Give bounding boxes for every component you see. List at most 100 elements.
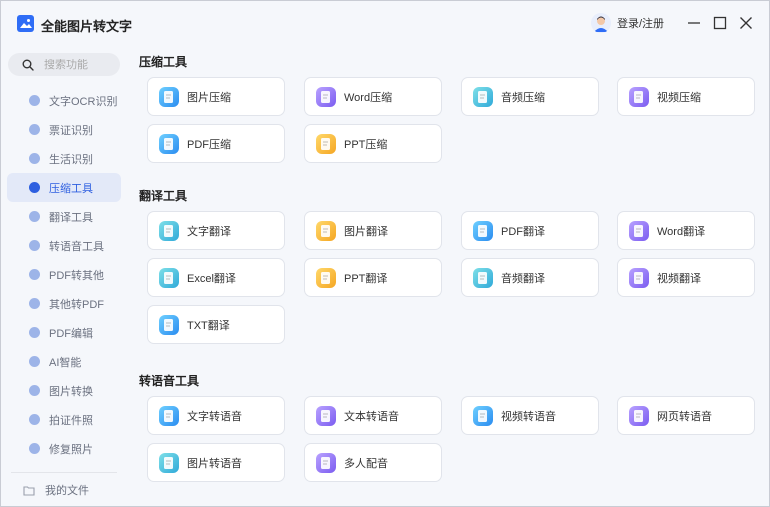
- tool-label: 视频压缩: [657, 91, 701, 104]
- search-box[interactable]: [8, 53, 120, 76]
- tool-icon: [629, 267, 649, 288]
- close-button[interactable]: [738, 15, 754, 31]
- compress-icon: [29, 182, 40, 193]
- sidebar-item-6[interactable]: 转语音工具: [7, 231, 121, 260]
- tool-label: 图片转语音: [187, 457, 242, 470]
- tool-label: PDF压缩: [187, 138, 231, 151]
- repair-icon: [29, 443, 40, 454]
- tool-icon: [473, 86, 493, 107]
- tool-card[interactable]: PDF压缩: [147, 124, 285, 163]
- tool-icon: [316, 267, 336, 288]
- sidebar-item-8[interactable]: 其他转PDF: [7, 289, 121, 318]
- section-title: 压缩工具: [139, 55, 188, 69]
- tool-card[interactable]: 视频转语音: [461, 396, 599, 435]
- tool-card[interactable]: 文字转语音: [147, 396, 285, 435]
- tool-label: 视频转语音: [501, 410, 556, 423]
- sidebar-item-2[interactable]: 票证识别: [7, 115, 121, 144]
- tool-card[interactable]: 多人配音: [304, 443, 442, 482]
- sidebar-item-label: 票证识别: [49, 124, 93, 137]
- tool-icon: [473, 220, 493, 241]
- sidebar-item-10[interactable]: AI智能: [7, 347, 121, 376]
- tool-card[interactable]: PPT压缩: [304, 124, 442, 163]
- tool-icon: [316, 86, 336, 107]
- sidebar-item-12[interactable]: 拍证件照: [7, 405, 121, 434]
- tool-label: 音频翻译: [501, 272, 545, 285]
- tool-label: 文本转语音: [344, 410, 399, 423]
- sidebar-nav: 文字OCR识别 票证识别生活识别压缩工具翻译工具转语音工具 PDF转其他其他转PDF…: [1, 86, 127, 463]
- tool-card[interactable]: Word压缩: [304, 77, 442, 116]
- login-button[interactable]: 登录/注册: [591, 13, 664, 33]
- sidebar-item-13[interactable]: 修复照片: [7, 434, 121, 463]
- tool-icon: [629, 220, 649, 241]
- sidebar-item-label: PDF编辑: [49, 327, 93, 340]
- sidebar-item-4[interactable]: 压缩工具: [7, 173, 121, 202]
- title-bar: 全能图片转文字 登录/注册: [1, 1, 769, 47]
- tool-icon: [159, 452, 179, 473]
- pdf-convert-icon: [29, 269, 40, 280]
- folder-icon: [23, 485, 35, 496]
- tool-label: PDF翻译: [501, 225, 545, 238]
- search-input[interactable]: [44, 58, 114, 71]
- tool-icon: [159, 86, 179, 107]
- tool-icon: [159, 267, 179, 288]
- pdf-edit-icon: [29, 327, 40, 338]
- tool-card[interactable]: 图片转语音: [147, 443, 285, 482]
- tool-label: 多人配音: [344, 457, 388, 470]
- tool-label: Excel翻译: [187, 272, 236, 285]
- tool-card[interactable]: 图片翻译: [304, 211, 442, 250]
- sidebar-item-7[interactable]: PDF转其他: [7, 260, 121, 289]
- translate-icon: [29, 211, 40, 222]
- tool-card[interactable]: 文本转语音: [304, 396, 442, 435]
- tool-icon: [159, 405, 179, 426]
- sidebar-item-11[interactable]: 图片转换: [7, 376, 121, 405]
- my-files-button[interactable]: 我的文件: [7, 479, 121, 501]
- tool-icon: [629, 86, 649, 107]
- main-content: 压缩工具图片压缩 Word压缩 音频压缩 视频压缩 PDF压缩 PPT压缩翻译工具文字翻译…: [127, 47, 769, 506]
- section-title: 翻译工具: [139, 189, 188, 203]
- app-logo-icon: [17, 15, 34, 32]
- my-files-label: 我的文件: [45, 485, 89, 497]
- tool-card[interactable]: 图片压缩: [147, 77, 285, 116]
- minimize-button[interactable]: [686, 15, 702, 31]
- tool-label: Word压缩: [344, 91, 393, 104]
- tool-card[interactable]: PPT翻译: [304, 258, 442, 297]
- tool-card[interactable]: 音频翻译: [461, 258, 599, 297]
- tool-icon: [473, 267, 493, 288]
- tool-card[interactable]: PDF翻译: [461, 211, 599, 250]
- tool-card[interactable]: 文字翻译: [147, 211, 285, 250]
- tool-label: Word翻译: [657, 225, 706, 238]
- tool-card[interactable]: 音频压缩: [461, 77, 599, 116]
- tool-icon: [473, 405, 493, 426]
- sidebar-item-9[interactable]: PDF编辑: [7, 318, 121, 347]
- tool-card[interactable]: 视频压缩: [617, 77, 755, 116]
- tool-card[interactable]: Word翻译: [617, 211, 755, 250]
- close-icon: [740, 17, 752, 29]
- ticket-icon: [29, 124, 40, 135]
- tool-card[interactable]: Excel翻译: [147, 258, 285, 297]
- tool-card[interactable]: TXT翻译: [147, 305, 285, 344]
- sidebar-item-3[interactable]: 生活识别: [7, 144, 121, 173]
- tool-label: 网页转语音: [657, 410, 712, 423]
- sidebar: 文字OCR识别票证识别生活识别压缩工具翻译工具转语音工具 PDF转其他其他转PDF…: [1, 47, 127, 506]
- sidebar-item-label: 生活识别: [49, 153, 93, 166]
- sidebar-item-label: 其他转PDF: [49, 298, 104, 311]
- camera-icon: [29, 414, 40, 425]
- sidebar-item-label: 翻译工具: [49, 211, 93, 224]
- maximize-button[interactable]: [712, 15, 728, 31]
- voice-icon: [29, 240, 40, 251]
- sidebar-item-label: 修复照片: [49, 443, 93, 456]
- sidebar-item-label: 图片转换: [49, 385, 93, 398]
- ocr-icon: [29, 95, 40, 106]
- avatar: [591, 13, 611, 33]
- sidebar-item-1[interactable]: 文字OCR识别: [7, 86, 121, 115]
- tool-icon: [316, 133, 336, 154]
- sidebar-item-label: 文字OCR识别: [49, 95, 118, 108]
- sidebar-item-label: 拍证件照: [49, 414, 93, 427]
- sidebar-item-5[interactable]: 翻译工具: [7, 202, 121, 231]
- pen-icon: [29, 153, 40, 164]
- tool-card[interactable]: 视频翻译: [617, 258, 755, 297]
- app-title: 全能图片转文字: [41, 19, 133, 34]
- tool-label: 文字翻译: [187, 225, 231, 238]
- tool-card[interactable]: 网页转语音: [617, 396, 755, 435]
- app-window: 全能图片转文字 登录/注册 搜索功能 文字OCR识别 票证识别 生活识别 压缩工…: [0, 0, 770, 507]
